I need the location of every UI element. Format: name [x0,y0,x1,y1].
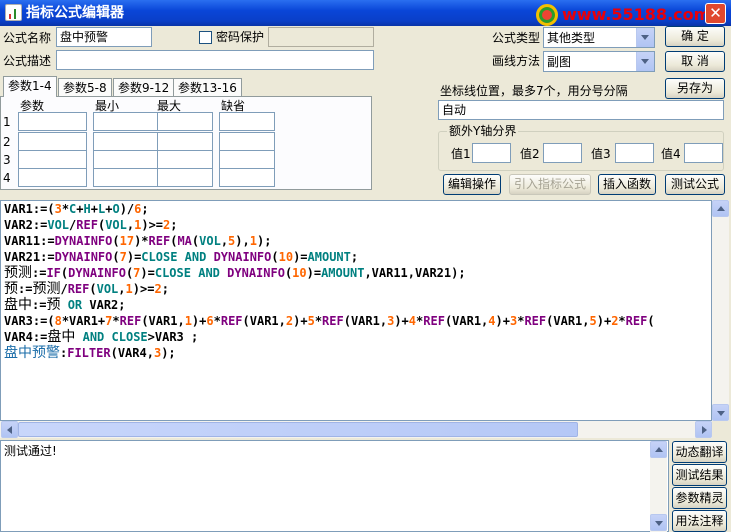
test-result-button[interactable]: 测试结果 [672,464,727,486]
watermark-logo-icon [536,4,558,26]
dynamic-translate-button[interactable]: 动态翻译 [672,441,727,463]
scroll-up-icon[interactable] [650,441,667,458]
output-text: 测试通过! [4,444,57,458]
formula-type-value: 其他类型 [547,31,596,45]
formula-type-label: 公式类型 [492,31,541,45]
draw-method-select[interactable]: 副图 [543,51,655,72]
scroll-right-icon[interactable] [695,421,712,438]
output-panel[interactable]: 测试通过! [0,440,669,532]
coord-line-input[interactable]: 自动 [438,100,724,120]
code-line: 预测:=IF(DYNAINFO(7)=CLOSE AND DYNAINFO(10… [4,265,466,281]
code-line: VAR11:=DYNAINFO(17)*REF(MA(VOL,5),1); [4,234,272,248]
usage-notes-button[interactable]: 用法注释 [672,510,727,532]
axis-value-4-label: 值4 [661,147,681,161]
scroll-left-icon[interactable] [1,421,18,438]
axis-value-1-input[interactable] [472,143,511,163]
code-line: VAR3:=(8*VAR1+7*REF(VAR1,1)+6*REF(VAR1,2… [4,314,655,328]
code-line: 盘中预警:FILTER(VAR4,3); [4,345,176,361]
param-row-num: 2 [3,135,11,149]
axis-value-2-label: 值2 [520,147,540,161]
axis-value-4-input[interactable] [684,143,723,163]
ok-button[interactable]: 确 定 [665,26,725,47]
chevron-down-icon[interactable] [636,28,654,47]
param-1-max[interactable] [157,112,213,131]
draw-method-label: 画线方法 [492,54,541,68]
axis-value-1-label: 值1 [451,147,471,161]
param-header-max: 最大 [157,99,182,113]
scroll-down-icon[interactable] [712,404,729,421]
watermark-text: www.55188.com [562,5,711,24]
password-checkbox[interactable] [199,31,212,44]
param-2-max[interactable] [157,132,213,151]
param-3-min[interactable] [93,150,162,169]
code-line: 盘中:=预 OR VAR2; [4,297,126,313]
param-2-name[interactable] [18,132,87,151]
code-editor[interactable]: VAR1:=(3*C+H+L+O)/6; VAR2:=VOL/REF(VOL,1… [0,200,712,421]
code-line: VAR21:=DYNAINFO(7)=CLOSE AND DYNAINFO(10… [4,250,359,264]
param-3-max[interactable] [157,150,213,169]
axis-value-3-label: 值3 [591,147,611,161]
param-4-name[interactable] [18,168,87,187]
code-line: 预:=预测/REF(VOL,1)>=2; [4,281,169,297]
formula-desc-label: 公式描述 [3,54,52,68]
param-row-num: 1 [3,115,11,129]
horizontal-scroll-thumb[interactable] [18,422,578,437]
scroll-down-icon[interactable] [650,514,667,531]
axis-value-3-input[interactable] [615,143,654,163]
edit-ops-button[interactable]: 编辑操作 [443,174,501,195]
password-input[interactable] [268,27,374,47]
cancel-button[interactable]: 取 消 [665,51,725,72]
param-row-num: 4 [3,171,11,185]
tab-params-9-12[interactable]: 参数9-12 [113,78,175,97]
param-3-name[interactable] [18,150,87,169]
tab-params-13-16[interactable]: 参数13-16 [173,78,242,97]
param-3-default[interactable] [219,150,275,169]
axis-value-2-input[interactable] [543,143,582,163]
param-4-max[interactable] [157,168,213,187]
code-line: VAR2:=VOL/REF(VOL,1)>=2; [4,218,178,232]
formula-type-select[interactable]: 其他类型 [543,27,655,48]
chevron-down-icon[interactable] [636,52,654,71]
param-4-min[interactable] [93,168,162,187]
scroll-up-icon[interactable] [712,200,729,217]
code-line: VAR4:=盘中 AND CLOSE>VAR3 ; [4,329,199,345]
app-chart-icon [5,4,22,21]
coord-line-label: 坐标线位置，最多7个，用分号分隔 [440,84,628,98]
param-1-min[interactable] [93,112,162,131]
extra-y-axis-label: 额外Y轴分界 [447,124,519,138]
close-button[interactable]: ✕ [705,3,726,24]
test-formula-button[interactable]: 测试公式 [665,174,725,195]
code-line: VAR1:=(3*C+H+L+O)/6; [4,202,149,216]
param-header-min: 最小 [95,99,120,113]
param-4-default[interactable] [219,168,275,187]
param-header-name: 参数 [20,99,45,113]
param-wizard-button[interactable]: 参数精灵 [672,487,727,509]
param-1-default[interactable] [219,112,275,131]
tab-params-5-8[interactable]: 参数5-8 [58,78,112,97]
tab-params-1-4[interactable]: 参数1-4 [3,76,57,97]
save-as-button[interactable]: 另存为 [665,78,725,99]
param-header-default: 缺省 [221,99,246,113]
param-2-default[interactable] [219,132,275,151]
insert-function-button[interactable]: 插入函数 [598,174,656,195]
param-1-name[interactable] [18,112,87,131]
param-row-num: 3 [3,153,11,167]
formula-name-label: 公式名称 [3,31,52,45]
watermark: www.55188.com [536,4,710,26]
draw-method-value: 副图 [547,55,572,69]
formula-desc-input[interactable] [56,50,374,70]
param-2-min[interactable] [93,132,162,151]
import-indicator-button[interactable]: 引入指标公式 [509,174,591,195]
password-label: 密码保护 [216,30,265,44]
editor-vertical-scrollbar[interactable] [712,200,729,421]
window-title: 指标公式编辑器 [26,5,124,21]
formula-name-input[interactable]: 盘中预警 [56,27,152,47]
